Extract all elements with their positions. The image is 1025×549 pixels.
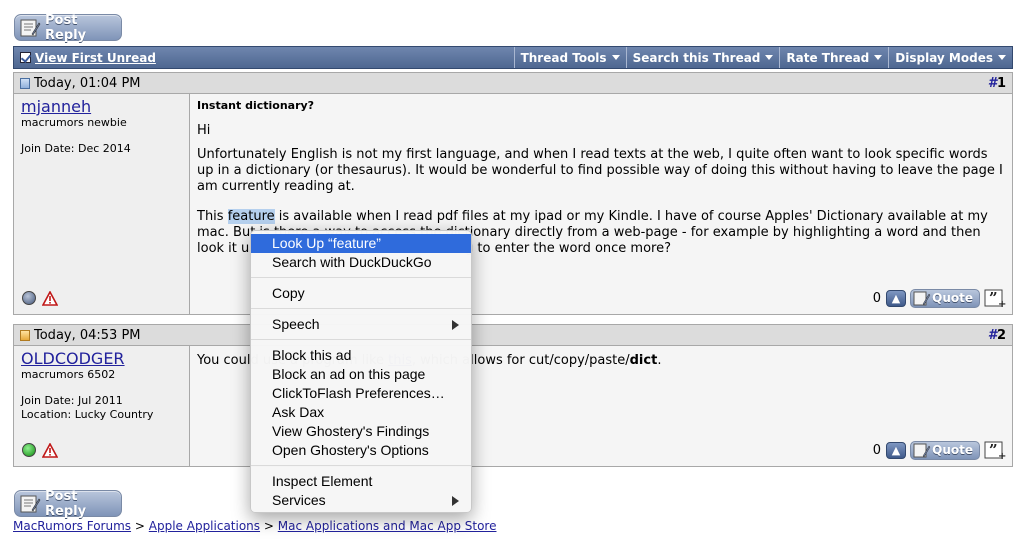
- post-header: Today, 01:04 PM #1: [14, 73, 1012, 94]
- quote-icon: [913, 443, 931, 457]
- post-date: Today, 01:04 PM: [34, 75, 141, 91]
- username-link[interactable]: mjanneh: [21, 98, 182, 116]
- menu-item-ghostery-options[interactable]: Open Ghostery's Options: [251, 441, 471, 460]
- menu-item-search-duckduckgo[interactable]: Search with DuckDuckGo: [251, 253, 471, 272]
- view-first-unread-link[interactable]: View First Unread: [35, 51, 156, 65]
- rate-thread-menu[interactable]: Rate Thread: [779, 47, 888, 68]
- checkbox-icon: [20, 52, 31, 63]
- reputation-count: 0: [872, 442, 881, 458]
- search-thread-menu[interactable]: Search this Thread: [625, 47, 780, 68]
- post-new-icon: [20, 329, 30, 341]
- menu-item-copy[interactable]: Copy: [251, 284, 471, 303]
- svg-text:”: ”: [989, 441, 998, 459]
- menu-item-ask-dax[interactable]: Ask Dax: [251, 403, 471, 422]
- svg-text:”: ”: [989, 289, 998, 307]
- breadcrumb-mac-applications[interactable]: Mac Applications and Mac App Store: [278, 519, 497, 533]
- offline-status-icon: [22, 291, 36, 305]
- quote-icon: [913, 291, 931, 305]
- post-paragraph: Hi: [197, 123, 211, 138]
- menu-item-block-ad-on-page[interactable]: Block an ad on this page: [251, 365, 471, 384]
- svg-text:+: +: [998, 299, 1006, 308]
- chevron-down-icon: [874, 55, 883, 60]
- submenu-arrow-icon: [452, 496, 459, 506]
- post-number-hash: #: [987, 327, 997, 343]
- online-status-icon: [22, 443, 36, 457]
- post-reply-button[interactable]: Post Reply: [14, 12, 122, 43]
- post-title: Instant dictionary?: [197, 99, 315, 112]
- post-reply-label: Post Reply: [45, 12, 87, 43]
- post-reply-button-bottom[interactable]: Post Reply: [14, 488, 122, 519]
- post-header: Today, 04:53 PM #2: [14, 325, 1012, 346]
- context-menu: Look Up “feature” Search with DuckDuckGo…: [250, 230, 472, 513]
- user-rank: macrumors 6502: [21, 368, 116, 381]
- menu-item-clicktoflash-prefs[interactable]: ClickToFlash Preferences…: [251, 384, 471, 403]
- user-rank: macrumors newbie: [21, 116, 127, 129]
- join-date: Join Date: Jul 2011: [21, 394, 123, 407]
- display-modes-menu[interactable]: Display Modes: [888, 47, 1012, 68]
- post-reply-label: Post Reply: [45, 488, 87, 519]
- post-reply-icon: [20, 495, 41, 513]
- thread-navbar: View First Unread Thread Tools Search th…: [13, 46, 1013, 69]
- menu-item-services[interactable]: Services: [251, 491, 471, 510]
- username-link[interactable]: OLDCODGER: [21, 350, 182, 368]
- quote-button[interactable]: Quote: [910, 288, 980, 308]
- menu-item-speech[interactable]: Speech: [251, 315, 471, 334]
- post-date: Today, 04:53 PM: [34, 327, 141, 343]
- quote-button[interactable]: Quote: [910, 440, 980, 460]
- menu-item-inspect-element[interactable]: Inspect Element: [251, 472, 471, 491]
- submenu-arrow-icon: [452, 320, 459, 330]
- reputation-count: 0: [872, 290, 881, 306]
- selected-word: feature: [227, 209, 275, 224]
- upvote-button[interactable]: ▲: [886, 289, 906, 307]
- report-post-icon[interactable]: [42, 291, 58, 306]
- breadcrumb: MacRumors Forums > Apple Applications > …: [13, 519, 497, 533]
- menu-separator: [251, 277, 471, 278]
- chevron-down-icon: [765, 55, 774, 60]
- breadcrumb-apple-applications[interactable]: Apple Applications: [149, 519, 260, 533]
- view-first-unread[interactable]: View First Unread: [14, 47, 514, 68]
- menu-item-look-up[interactable]: Look Up “feature”: [251, 234, 471, 253]
- post-paragraph: Unfortunately English is not my first la…: [197, 147, 1003, 194]
- multi-quote-icon[interactable]: ” +: [984, 288, 1006, 308]
- upvote-button[interactable]: ▲: [886, 441, 906, 459]
- post-reply-icon: [20, 19, 41, 37]
- menu-item-ghostery-findings[interactable]: View Ghostery's Findings: [251, 422, 471, 441]
- post-2: Today, 04:53 PM #2 OLDCODGER macrumors 6…: [13, 324, 1013, 467]
- multi-quote-icon[interactable]: ” +: [984, 440, 1006, 460]
- user-location: Location: Lucky Country: [21, 408, 154, 421]
- menu-separator: [251, 465, 471, 466]
- menu-separator: [251, 308, 471, 309]
- chevron-down-icon: [998, 55, 1006, 60]
- post-number-hash: #: [987, 75, 997, 91]
- svg-text:+: +: [998, 451, 1006, 460]
- post-number-link[interactable]: 1: [997, 76, 1006, 91]
- join-date: Join Date: Dec 2014: [21, 142, 131, 155]
- post-number-link[interactable]: 2: [997, 328, 1006, 343]
- thread-tools-menu[interactable]: Thread Tools: [513, 47, 626, 68]
- menu-item-block-ad[interactable]: Block this ad: [251, 346, 471, 365]
- post-1: Today, 01:04 PM #1 mjanneh macrumors new…: [13, 72, 1013, 315]
- chevron-down-icon: [611, 55, 620, 60]
- menu-separator: [251, 339, 471, 340]
- post-old-icon: [20, 77, 30, 89]
- post-user-info: mjanneh macrumors newbie Join Date: Dec …: [14, 94, 190, 314]
- breadcrumb-forums[interactable]: MacRumors Forums: [13, 519, 131, 533]
- post-user-info: OLDCODGER macrumors 6502 Join Date: Jul …: [14, 346, 190, 466]
- report-post-icon[interactable]: [42, 443, 58, 458]
